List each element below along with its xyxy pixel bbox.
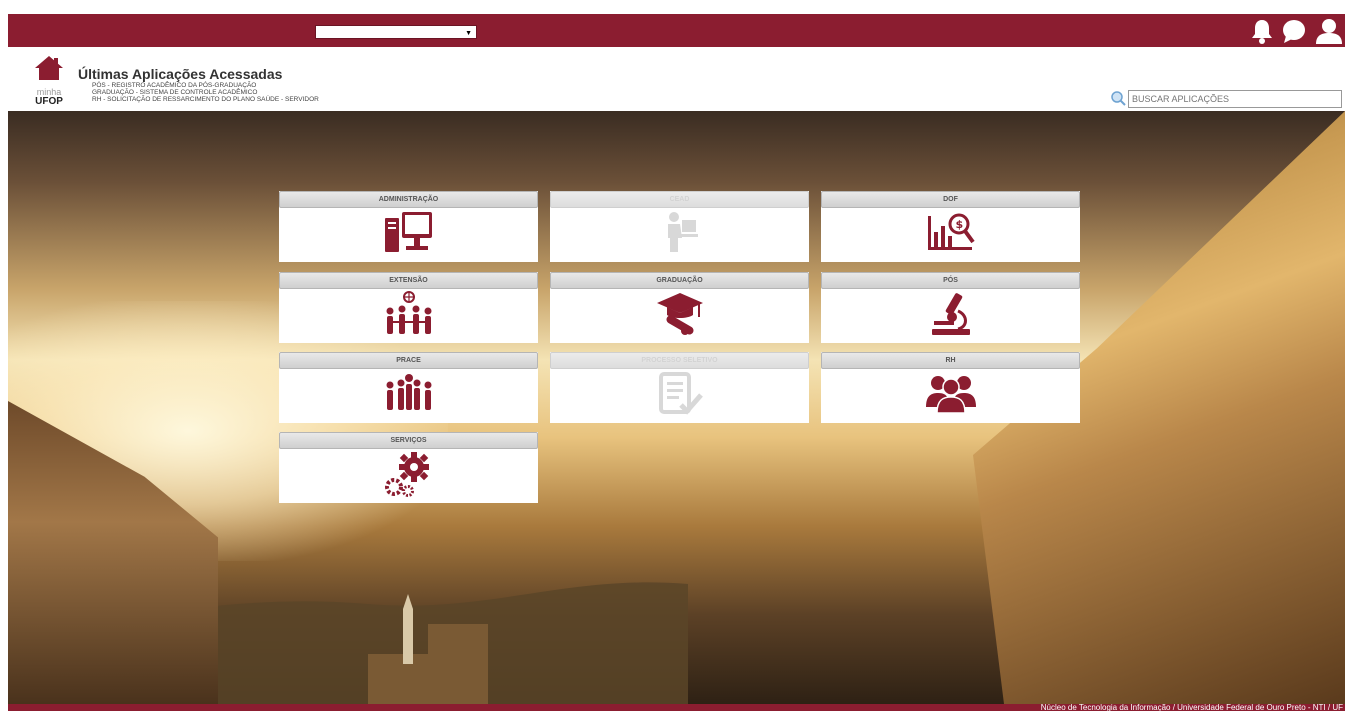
tile-title: CEAD: [550, 191, 809, 208]
tile-extensao[interactable]: EXTENSÃO: [279, 272, 538, 343]
tile-title: PRACE: [279, 352, 538, 369]
tile-servicos[interactable]: SERVIÇOS: [279, 432, 538, 503]
finance-chart-icon: $: [927, 213, 975, 250]
tile-title: ADMINISTRAÇÃO: [279, 191, 538, 208]
bell-icon[interactable]: [1251, 18, 1273, 44]
tile-administracao[interactable]: ADMINISTRAÇÃO: [279, 191, 538, 262]
search-icon[interactable]: [1111, 91, 1126, 106]
logo-text-ufop: UFOP: [35, 96, 63, 107]
tile-title: GRADUAÇÃO: [550, 272, 809, 289]
tile-title: PÓS: [821, 272, 1080, 289]
recent-app-link[interactable]: PÓS - REGISTRO ACADÊMICO DA PÓS-GRADUAÇÃ…: [92, 82, 319, 89]
top-bar: ▼: [8, 14, 1345, 47]
tile-title: EXTENSÃO: [279, 272, 538, 289]
tile-dof[interactable]: DOF $: [821, 191, 1080, 262]
footer-bar: Núcleo de Tecnologia da Informação / Uni…: [8, 704, 1345, 712]
group-people-icon: [386, 374, 431, 410]
graduation-cap-icon: [656, 293, 703, 335]
tile-processo-seletivo: PROCESSO SELETIVO: [550, 352, 809, 423]
tile-prace[interactable]: PRACE: [279, 352, 538, 423]
tile-title: RH: [821, 352, 1080, 369]
application-select[interactable]: ▼: [315, 25, 477, 39]
svg-text:$: $: [955, 218, 963, 231]
tile-title: SERVIÇOS: [279, 432, 538, 449]
computer-icon: [384, 212, 432, 252]
tile-cead: CEAD: [550, 191, 809, 262]
tile-title: DOF: [821, 191, 1080, 208]
tile-graduacao[interactable]: GRADUAÇÃO: [550, 272, 809, 343]
checklist-icon: [658, 372, 703, 415]
gears-icon: [384, 452, 429, 497]
recent-apps: Últimas Aplicações Acessadas PÓS - REGIS…: [78, 66, 319, 103]
community-globe-icon: [386, 291, 431, 334]
chevron-down-icon: ▼: [465, 30, 472, 37]
minha-ufop-logo[interactable]: minha UFOP: [32, 55, 66, 109]
tile-title: PROCESSO SELETIVO: [550, 352, 809, 369]
chat-icon[interactable]: [1281, 18, 1307, 44]
users-icon: [925, 376, 976, 414]
recent-app-link[interactable]: GRADUAÇÃO - SISTEMA DE CONTROLE ACADÊMIC…: [92, 89, 319, 96]
tile-rh[interactable]: RH: [821, 352, 1080, 423]
recent-apps-title: Últimas Aplicações Acessadas: [78, 66, 283, 82]
tile-pos[interactable]: PÓS: [821, 272, 1080, 343]
user-icon[interactable]: [1315, 18, 1343, 44]
header: minha UFOP Últimas Aplicações Acessadas …: [0, 47, 1345, 111]
top-icons: [1251, 16, 1343, 46]
recent-apps-list: PÓS - REGISTRO ACADÊMICO DA PÓS-GRADUAÇÃ…: [78, 82, 319, 103]
recent-app-link[interactable]: RH - SOLICITAÇÃO DE RESSARCIMENTO DO PLA…: [92, 96, 319, 103]
home-icon: [35, 56, 63, 80]
person-at-desk-icon: [667, 212, 698, 252]
search-input[interactable]: [1128, 90, 1342, 108]
microscope-icon: [931, 293, 970, 335]
